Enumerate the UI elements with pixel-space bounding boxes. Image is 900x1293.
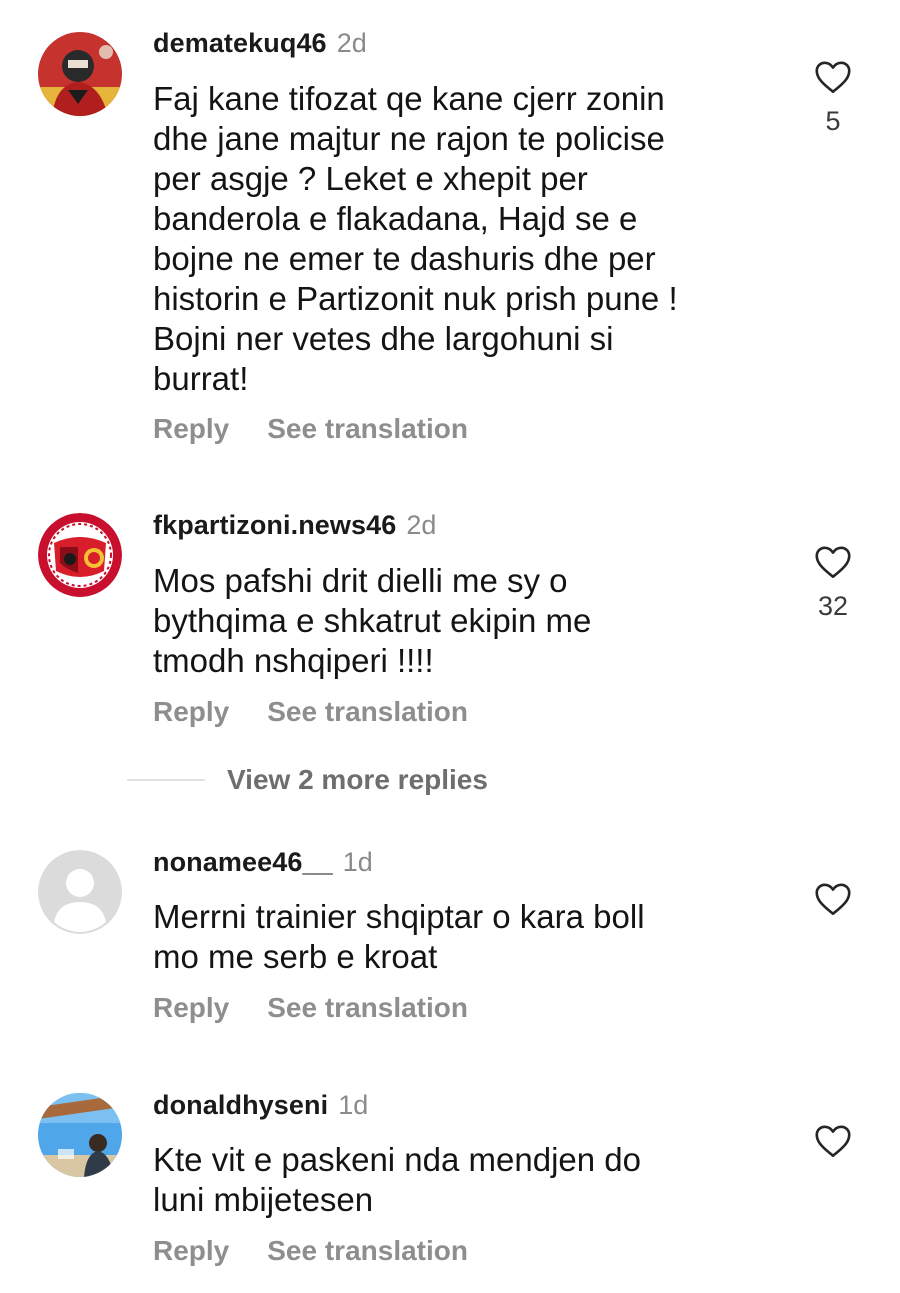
heart-outline-icon	[815, 1125, 851, 1157]
avatar[interactable]	[38, 32, 122, 116]
comment-actions: Reply See translation	[153, 991, 468, 1025]
avatar[interactable]	[38, 1093, 122, 1177]
heart-outline-icon	[815, 61, 851, 93]
comment-actions: Reply See translation	[153, 1234, 468, 1268]
like-count: 5	[825, 106, 841, 136]
heart-outline-icon	[815, 546, 851, 578]
like-button[interactable]	[802, 1124, 864, 1158]
thread-divider-line	[127, 779, 205, 781]
avatar[interactable]	[38, 850, 122, 934]
comment-username[interactable]: donaldhyseni	[153, 1090, 328, 1120]
comment-timestamp: 1d	[342, 847, 373, 877]
avatar-image	[38, 1093, 122, 1177]
view-more-replies-label: View 2 more replies	[227, 764, 488, 795]
comment-username[interactable]: fkpartizoni.news46	[153, 510, 396, 540]
comment-text: Faj kane tifozat qe kane cjerr zonin dhe…	[153, 80, 678, 397]
comment-actions: Reply See translation	[153, 412, 468, 446]
comment-username[interactable]: nonamee46__	[153, 847, 333, 877]
comment-timestamp: 1d	[338, 1090, 369, 1120]
reply-button[interactable]: Reply	[153, 696, 229, 727]
see-translation-button[interactable]: See translation	[267, 413, 468, 444]
like-button[interactable]: 5	[802, 60, 864, 136]
reply-button[interactable]: Reply	[153, 1235, 229, 1266]
see-translation-button[interactable]: See translation	[267, 696, 468, 727]
reply-button[interactable]: Reply	[153, 413, 229, 444]
comment-text: Mos pafshi drit dielli me sy o bythqima …	[153, 562, 592, 679]
see-translation-button[interactable]: See translation	[267, 1235, 468, 1266]
comment-timestamp: 2d	[336, 28, 367, 58]
heart-outline-icon	[815, 883, 851, 915]
avatar[interactable]	[38, 513, 122, 597]
avatar-image	[38, 32, 122, 116]
comment-actions: Reply See translation	[153, 695, 468, 729]
avatar-image	[38, 513, 122, 597]
comment-text: Merrni trainier shqiptar o kara boll mo …	[153, 898, 645, 975]
like-button[interactable]: 32	[802, 545, 864, 621]
comment-timestamp: 2d	[406, 510, 437, 540]
reply-button[interactable]: Reply	[153, 992, 229, 1023]
like-count: 32	[817, 591, 849, 621]
person-silhouette-icon	[38, 850, 122, 934]
like-button[interactable]	[802, 882, 864, 916]
see-translation-button[interactable]: See translation	[267, 992, 468, 1023]
view-more-replies-button[interactable]: View 2 more replies	[127, 760, 488, 800]
comment-username[interactable]: dematekuq46	[153, 28, 327, 58]
comment-text: Kte vit e paskeni nda mendjen do luni mb…	[153, 1141, 641, 1218]
